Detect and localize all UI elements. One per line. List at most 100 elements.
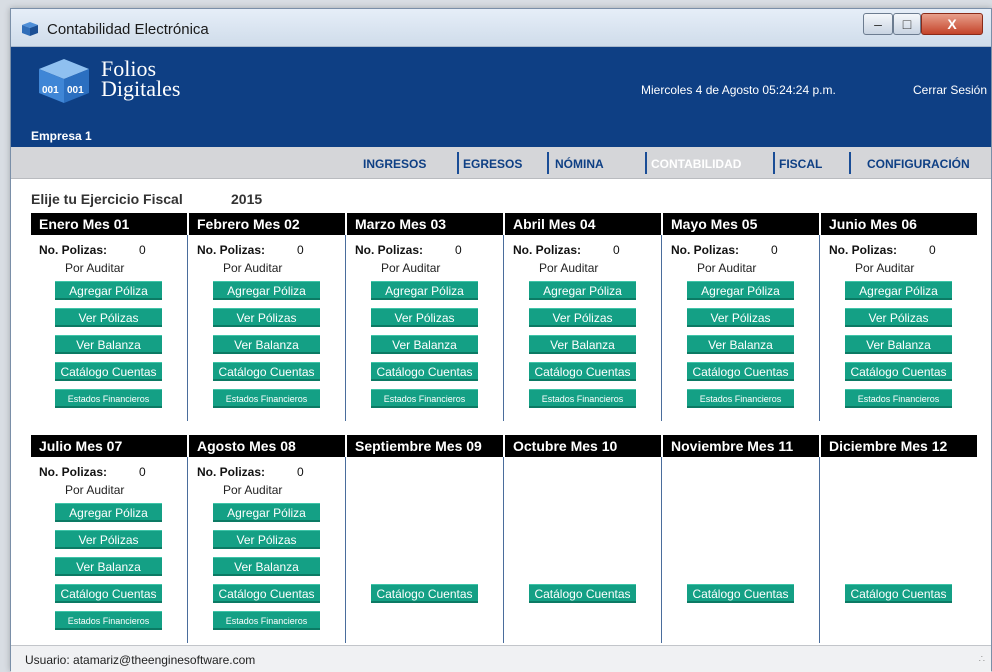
app-header: 001 001 Folios Digitales Miercoles 4 de … [11, 47, 991, 147]
ver-polizas-button[interactable]: Ver Pólizas [371, 308, 478, 327]
catalogo-cuentas-button[interactable]: Catálogo Cuentas [55, 584, 162, 603]
tab-fiscal[interactable]: FISCAL [775, 154, 822, 174]
catalogo-cuentas-button[interactable]: Catálogo Cuentas [371, 584, 478, 603]
ver-polizas-button[interactable]: Ver Pólizas [687, 308, 794, 327]
resize-grip-icon[interactable]: ∴ [979, 654, 985, 665]
estados-financieros-button[interactable]: Estados Financieros [529, 389, 636, 408]
polizas-count-value: 0 [139, 465, 146, 479]
month-divider [819, 457, 820, 643]
audit-status: Por Auditar [697, 261, 757, 275]
ver-polizas-button[interactable]: Ver Pólizas [213, 530, 320, 549]
audit-status: Por Auditar [539, 261, 599, 275]
catalogo-cuentas-button[interactable]: Catálogo Cuentas [529, 362, 636, 381]
catalogo-cuentas-button[interactable]: Catálogo Cuentas [845, 584, 952, 603]
agregar-poliza-button[interactable]: Agregar Póliza [55, 281, 162, 300]
month-header: Octubre Mes 10 [505, 435, 661, 457]
month-divider [661, 235, 662, 421]
month-header: Agosto Mes 08 [189, 435, 345, 457]
svg-text:001: 001 [67, 85, 84, 96]
folios-logo-icon: 001 001 [39, 59, 89, 103]
ver-balanza-button[interactable]: Ver Balanza [687, 335, 794, 354]
tab-egresos[interactable]: EGRESOS [459, 154, 522, 174]
estados-financieros-button[interactable]: Estados Financieros [213, 389, 320, 408]
svg-text:001: 001 [42, 85, 59, 96]
month-header: Marzo Mes 03 [347, 213, 503, 235]
polizas-count-label: No. Polizas: [355, 243, 424, 257]
ver-balanza-button[interactable]: Ver Balanza [845, 335, 952, 354]
month-header: Mayo Mes 05 [663, 213, 819, 235]
maximize-button[interactable]: □ [893, 13, 921, 35]
app-icon [22, 22, 38, 36]
main-nav: INGRESOS EGRESOS NÓMINA CONTABILIDAD FIS… [11, 147, 991, 179]
estados-financieros-button[interactable]: Estados Financieros [55, 611, 162, 630]
month-header: Septiembre Mes 09 [347, 435, 503, 457]
fiscal-year-label: Elije tu Ejercicio Fiscal [31, 191, 183, 207]
estados-financieros-button[interactable]: Estados Financieros [845, 389, 952, 408]
month-divider [187, 235, 188, 421]
ver-balanza-button[interactable]: Ver Balanza [371, 335, 478, 354]
tab-contabilidad[interactable]: CONTABILIDAD [647, 154, 741, 174]
ver-balanza-button[interactable]: Ver Balanza [213, 557, 320, 576]
agregar-poliza-button[interactable]: Agregar Póliza [213, 281, 320, 300]
month-header: Julio Mes 07 [31, 435, 187, 457]
ver-balanza-button[interactable]: Ver Balanza [213, 335, 320, 354]
month-header: Diciembre Mes 12 [821, 435, 977, 457]
polizas-count-value: 0 [771, 243, 778, 257]
agregar-poliza-button[interactable]: Agregar Póliza [371, 281, 478, 300]
tab-nomina[interactable]: NÓMINA [551, 154, 604, 174]
month-divider [345, 235, 346, 421]
polizas-count-value: 0 [297, 243, 304, 257]
month-divider [661, 457, 662, 643]
catalogo-cuentas-button[interactable]: Catálogo Cuentas [687, 362, 794, 381]
company-name: Empresa 1 [31, 129, 92, 143]
ver-polizas-button[interactable]: Ver Pólizas [55, 530, 162, 549]
polizas-count-label: No. Polizas: [671, 243, 740, 257]
agregar-poliza-button[interactable]: Agregar Póliza [55, 503, 162, 522]
polizas-count-value: 0 [139, 243, 146, 257]
estados-financieros-button[interactable]: Estados Financieros [687, 389, 794, 408]
audit-status: Por Auditar [223, 483, 283, 497]
agregar-poliza-button[interactable]: Agregar Póliza [845, 281, 952, 300]
ver-polizas-button[interactable]: Ver Pólizas [55, 308, 162, 327]
nav-separator [849, 152, 851, 174]
tab-ingresos[interactable]: INGRESOS [359, 154, 426, 174]
estados-financieros-button[interactable]: Estados Financieros [371, 389, 478, 408]
agregar-poliza-button[interactable]: Agregar Póliza [529, 281, 636, 300]
catalogo-cuentas-button[interactable]: Catálogo Cuentas [55, 362, 162, 381]
ver-balanza-button[interactable]: Ver Balanza [529, 335, 636, 354]
agregar-poliza-button[interactable]: Agregar Póliza [213, 503, 320, 522]
month-divider [345, 457, 346, 643]
catalogo-cuentas-button[interactable]: Catálogo Cuentas [529, 584, 636, 603]
close-button[interactable]: X [921, 13, 983, 35]
nav-separator [547, 152, 549, 174]
ver-polizas-button[interactable]: Ver Pólizas [213, 308, 320, 327]
ver-polizas-button[interactable]: Ver Pólizas [845, 308, 952, 327]
agregar-poliza-button[interactable]: Agregar Póliza [687, 281, 794, 300]
audit-status: Por Auditar [855, 261, 915, 275]
polizas-count-value: 0 [929, 243, 936, 257]
current-user: Usuario: atamariz@theenginesoftware.com [25, 653, 256, 667]
month-header: Febrero Mes 02 [189, 213, 345, 235]
catalogo-cuentas-button[interactable]: Catálogo Cuentas [371, 362, 478, 381]
polizas-count-label: No. Polizas: [197, 465, 266, 479]
tab-configuracion[interactable]: CONFIGURACIÓN [863, 154, 970, 174]
fiscal-year-selector[interactable]: 2015 [231, 191, 262, 207]
catalogo-cuentas-button[interactable]: Catálogo Cuentas [687, 584, 794, 603]
ver-polizas-button[interactable]: Ver Pólizas [529, 308, 636, 327]
month-divider [819, 235, 820, 421]
audit-status: Por Auditar [381, 261, 441, 275]
catalogo-cuentas-button[interactable]: Catálogo Cuentas [845, 362, 952, 381]
estados-financieros-button[interactable]: Estados Financieros [55, 389, 162, 408]
minimize-button[interactable]: – [863, 13, 893, 35]
catalogo-cuentas-button[interactable]: Catálogo Cuentas [213, 362, 320, 381]
app-window: Contabilidad Electrónica – □ X 001 001 F… [10, 8, 992, 672]
estados-financieros-button[interactable]: Estados Financieros [213, 611, 320, 630]
status-bar: Usuario: atamariz@theenginesoftware.com … [11, 645, 991, 672]
ver-balanza-button[interactable]: Ver Balanza [55, 335, 162, 354]
logout-link[interactable]: Cerrar Sesión [913, 83, 987, 97]
brand-line-2: Digitales [101, 76, 181, 101]
catalogo-cuentas-button[interactable]: Catálogo Cuentas [213, 584, 320, 603]
ver-balanza-button[interactable]: Ver Balanza [55, 557, 162, 576]
audit-status: Por Auditar [65, 483, 125, 497]
month-divider [503, 457, 504, 643]
